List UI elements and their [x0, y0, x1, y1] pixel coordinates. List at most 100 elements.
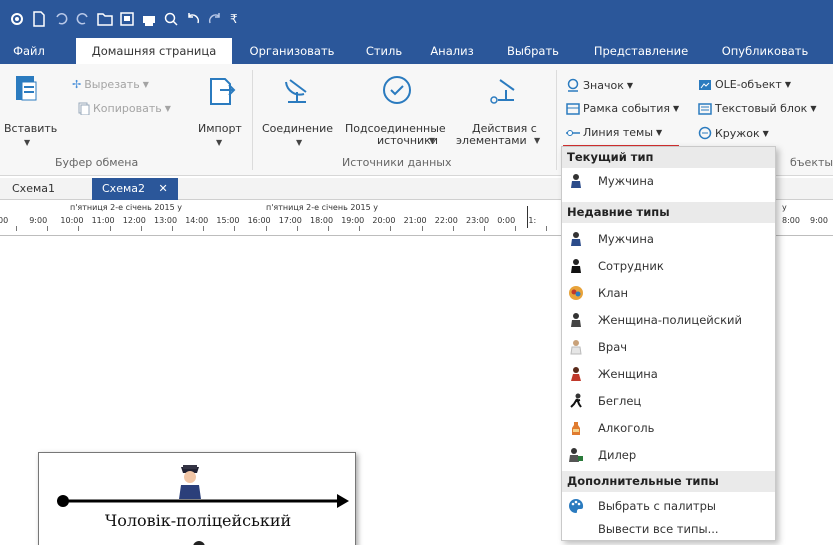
- card-label: Чоловік-поліцейський: [104, 511, 292, 530]
- save-icon[interactable]: [118, 10, 136, 28]
- data-sources-group-label: Источники данных: [342, 156, 452, 169]
- search-icon[interactable]: [162, 10, 180, 28]
- connected-sources-button[interactable]: Подсоединенные источники ▼: [343, 70, 453, 148]
- recent-item-woman[interactable]: Женщина: [562, 362, 775, 387]
- ruler-date-2: п'ятниця 2-е січень 2015 у: [266, 203, 378, 212]
- print-icon[interactable]: [140, 10, 158, 28]
- event-frame-icon: [566, 102, 580, 115]
- choose-from-palette[interactable]: Выбрать с палитры: [562, 494, 775, 519]
- element-actions-button[interactable]: Действия с элементами ▼: [454, 70, 552, 148]
- policewoman-icon: [571, 313, 581, 327]
- timeline-card[interactable]: Чоловік-поліцейський: [38, 452, 356, 545]
- ruler-hour-label: 10:00: [60, 216, 84, 225]
- quick-access-toolbar: ₹: [0, 0, 833, 38]
- recent-item-fugitive[interactable]: Беглец: [562, 389, 775, 414]
- icon-button-label: Значок: [583, 78, 624, 92]
- tab-view[interactable]: Представление: [585, 38, 697, 64]
- ruler-tick: [390, 226, 392, 231]
- recent-types-header: Недавние типы: [562, 202, 775, 223]
- redo-arrow-icon[interactable]: [206, 10, 224, 28]
- tab-organize[interactable]: Организовать: [245, 38, 339, 64]
- event-frame-label: Рамка события: [583, 102, 670, 115]
- ruler-hour-label: 23:00: [466, 216, 490, 225]
- man-icon: [571, 232, 581, 246]
- ruler-hour-label: 14:00: [185, 216, 209, 225]
- copy-icon: [78, 102, 90, 115]
- connection-button[interactable]: Соединение ▼: [258, 70, 342, 148]
- woman-icon: [571, 367, 581, 381]
- ruler-tick: [78, 226, 80, 231]
- recent-item-doctor[interactable]: Врач: [562, 335, 775, 360]
- doc-tab-schema1[interactable]: Схема1: [2, 178, 65, 200]
- ruler-tick: [109, 226, 111, 231]
- text-block-button[interactable]: Текстовый блок ▼: [698, 102, 816, 115]
- ruler-tick: [296, 226, 298, 231]
- check-circle-icon: [383, 76, 411, 104]
- theme-line-button[interactable]: Линия темы ▼: [566, 126, 662, 139]
- current-type-item[interactable]: Мужчина: [562, 169, 775, 194]
- settings-icon[interactable]: [8, 10, 26, 28]
- ruler-hour-label: 22:00: [434, 216, 458, 225]
- recent-item-policewoman[interactable]: Женщина-полицейский: [562, 308, 775, 333]
- ruler-tick: [140, 226, 142, 231]
- ruler-hour-label: 21:00: [403, 216, 427, 225]
- import-label: Импорт: [198, 122, 242, 135]
- ruler-hour-label: 9:00: [810, 216, 828, 225]
- fugitive-icon: [570, 393, 582, 408]
- employee-icon: [571, 259, 581, 273]
- tab-home[interactable]: Домашняя страница: [76, 38, 232, 66]
- ruler-hour-label: 20:00: [372, 216, 396, 225]
- text-block-icon: [698, 102, 712, 115]
- cut-button[interactable]: ✢ Вырезать ▼: [72, 78, 149, 91]
- new-document-icon[interactable]: [30, 10, 48, 28]
- folder-icon[interactable]: [96, 10, 114, 28]
- ole-object-button[interactable]: OLE-объект ▼: [698, 78, 791, 91]
- ruler-hour-label: 8:00: [782, 216, 800, 225]
- paste-icon: [16, 76, 37, 101]
- icon-button[interactable]: Значок ▼: [566, 78, 633, 92]
- marker-icon: [567, 78, 579, 92]
- circle-label: Кружок: [715, 126, 760, 140]
- redo-icon[interactable]: [74, 10, 92, 28]
- recent-item-dealer[interactable]: Дилер: [562, 443, 775, 468]
- ruler-tick: [47, 226, 49, 231]
- recent-item-employee[interactable]: Сотрудник: [562, 254, 775, 279]
- ruler-hour-label: 16:00: [247, 216, 271, 225]
- show-all-types[interactable]: Вывести все типы...: [562, 517, 775, 542]
- ruler-hour-label: 1:: [528, 216, 537, 225]
- recent-item-clan[interactable]: Клан: [562, 281, 775, 306]
- cut-icon: ✢: [72, 78, 82, 91]
- event-frame-button[interactable]: Рамка события ▼: [566, 102, 679, 115]
- current-type-header: Текущий тип: [562, 147, 775, 168]
- close-icon[interactable]: ✕: [159, 182, 168, 195]
- customize-toolbar-button[interactable]: ₹: [230, 12, 238, 26]
- connection-icon: [285, 79, 307, 103]
- policeman-icon: [179, 465, 201, 499]
- ruler-hour-label: 0:00: [497, 216, 516, 225]
- circle-button[interactable]: Кружок ▼: [698, 126, 769, 140]
- copy-button[interactable]: Копировать ▼: [78, 102, 171, 115]
- ruler-tick: [265, 226, 267, 231]
- import-button[interactable]: Импорт ▼: [196, 70, 246, 148]
- theme-line-icon: [566, 129, 580, 136]
- tab-select[interactable]: Выбрать: [500, 38, 566, 64]
- copy-label: Копировать: [93, 102, 162, 115]
- man-icon: [571, 174, 581, 188]
- tab-style[interactable]: Стиль: [359, 38, 409, 64]
- cut-label: Вырезать: [84, 78, 140, 91]
- import-icon: [210, 78, 236, 105]
- menu-tab-bar: Файл Домашняя страница Организовать Стил…: [0, 38, 833, 66]
- recent-item-man[interactable]: Мужчина: [562, 227, 775, 252]
- recent-item-alcohol[interactable]: Алкоголь: [562, 416, 775, 441]
- undo-arrow-icon[interactable]: [184, 10, 202, 28]
- doc-tab-schema2[interactable]: Схема2 ✕: [92, 178, 178, 200]
- clipboard-group-label: Буфер обмена: [55, 156, 139, 169]
- tab-publish[interactable]: Опубликовать: [710, 38, 820, 64]
- tab-analysis[interactable]: Анализ: [424, 38, 480, 64]
- theme-line-dropdown: Текущий тип Мужчина Недавние типы Мужчин…: [561, 146, 776, 541]
- undo-icon[interactable]: [52, 10, 70, 28]
- paste-button[interactable]: Вставить ▼: [4, 70, 57, 148]
- ruler-tick: [484, 226, 485, 231]
- second-entity-icon: [193, 541, 205, 545]
- tab-file[interactable]: Файл: [4, 38, 54, 64]
